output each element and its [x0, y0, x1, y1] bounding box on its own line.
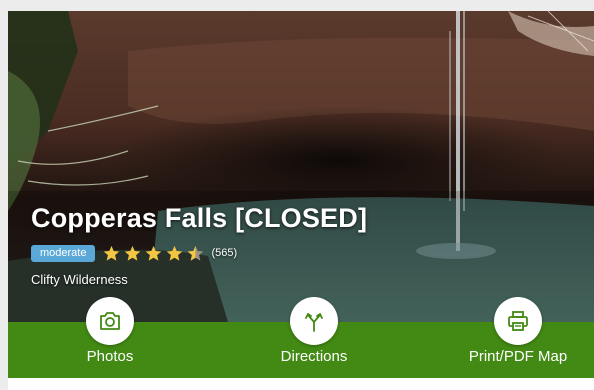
trail-title: Copperas Falls [CLOSED]	[31, 203, 368, 233]
camera-icon	[100, 312, 120, 330]
star-icon	[104, 245, 120, 261]
star-rating	[103, 245, 208, 262]
star-icon	[146, 245, 162, 261]
hero-photo: Copperas Falls [CLOSED] moderate (565) C…	[8, 11, 594, 322]
directions-label[interactable]: Directions	[244, 348, 384, 365]
action-bar: Photos Directions Print/PDF Map	[8, 297, 594, 378]
star-half-icon	[188, 245, 204, 261]
printer-icon	[508, 311, 528, 331]
trail-header: Copperas Falls [CLOSED] moderate (565) C…	[8, 11, 594, 390]
print-map-label[interactable]: Print/PDF Map	[448, 348, 588, 365]
photos-circle[interactable]	[86, 297, 134, 345]
photos-label[interactable]: Photos	[40, 348, 180, 365]
print-map-button[interactable]: Print/PDF Map	[448, 297, 588, 377]
print-map-circle[interactable]	[494, 297, 542, 345]
trail-meta: moderate (565)	[31, 244, 237, 262]
star-icon	[125, 245, 141, 261]
content-area	[8, 378, 594, 390]
photos-button[interactable]: Photos	[40, 297, 180, 377]
directions-icon	[305, 313, 323, 332]
directions-circle[interactable]	[290, 297, 338, 345]
review-count[interactable]: (565)	[211, 247, 237, 259]
difficulty-badge: moderate	[31, 244, 96, 262]
directions-button[interactable]: Directions	[244, 297, 384, 377]
star-icon	[167, 245, 183, 261]
area-name[interactable]: Clifty Wilderness	[31, 272, 128, 287]
